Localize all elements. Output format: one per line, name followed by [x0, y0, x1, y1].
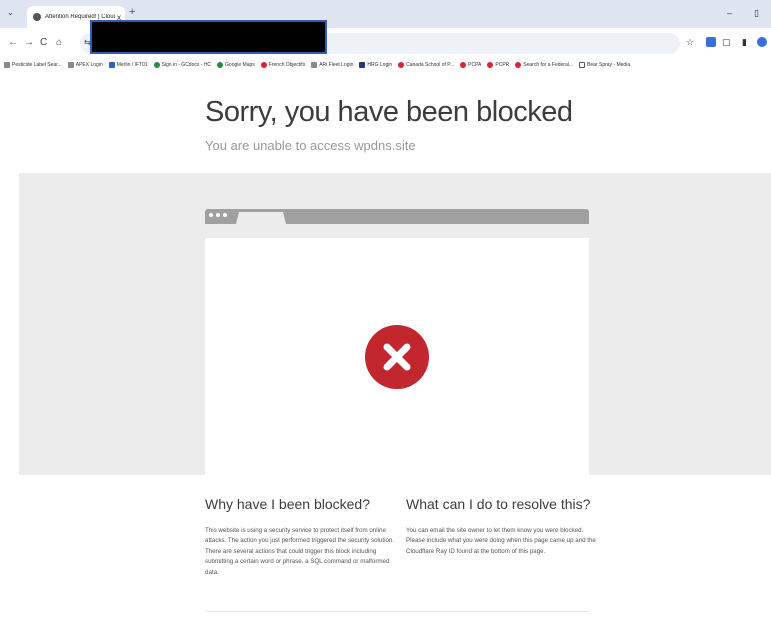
tab-favicon-icon	[33, 13, 41, 21]
extensions-icon[interactable]: ▢	[722, 37, 731, 48]
bookmark-item[interactable]: HRG Login	[359, 61, 393, 68]
bookmark-label: Pesticide Label Sear...	[12, 61, 62, 68]
extension-icon[interactable]	[706, 37, 716, 47]
window-controls: – ▯	[727, 8, 759, 19]
bookmark-label: ARi Fleet Login	[319, 61, 354, 68]
bookmark-item[interactable]: Pesticide Label Sear...	[4, 61, 62, 68]
page-icon	[67, 61, 74, 68]
hrg-icon	[359, 61, 366, 68]
bookmark-item[interactable]: Bear Spray - Media	[579, 61, 631, 68]
maple-leaf-icon	[515, 61, 522, 68]
bookmark-label: PCPA	[468, 61, 482, 68]
bookmark-star-icon[interactable]: ☆	[686, 37, 694, 48]
bookmark-item[interactable]: Merlin / IFT01	[108, 61, 148, 68]
bookmark-label: APEX Login	[75, 61, 103, 68]
bookmark-label: Canada School of P...	[406, 61, 455, 68]
maple-leaf-icon	[398, 61, 405, 68]
tab-search-icon[interactable]: ⌄	[7, 8, 14, 17]
home-icon[interactable]: ⌂	[56, 37, 62, 48]
bookmark-label: HRG Login	[367, 61, 393, 68]
page-title: Sorry, you have been blocked	[205, 96, 573, 128]
restore-icon[interactable]: ▯	[754, 8, 759, 19]
illustration-window-tab	[236, 212, 286, 224]
side-panel-icon[interactable]: ▮	[742, 37, 747, 48]
error-x-icon	[365, 325, 429, 389]
ari-icon	[311, 61, 318, 68]
gcdocs-icon	[153, 61, 160, 68]
maple-leaf-icon	[260, 61, 267, 68]
bookmark-item[interactable]: PCPR	[487, 61, 510, 68]
maps-pin-icon	[217, 61, 224, 68]
new-tab-button[interactable]: +	[129, 6, 135, 18]
bookmark-item[interactable]: ARi Fleet Login	[311, 61, 354, 68]
bookmark-item[interactable]: APEX Login	[67, 61, 103, 68]
globe-icon	[4, 61, 10, 68]
bookmark-item[interactable]: Sign in - GCdocs - HC	[153, 61, 212, 68]
bookmark-item[interactable]: Canada School of P...	[398, 61, 455, 68]
folder-icon	[579, 61, 586, 68]
why-blocked-heading: Why have I been blocked?	[205, 496, 370, 512]
back-icon[interactable]: ←	[8, 37, 18, 48]
page-subtitle: You are unable to access wpdns.site	[205, 138, 416, 153]
m-icon	[108, 61, 115, 68]
why-blocked-text: This website is using a security service…	[205, 527, 395, 576]
bookmark-label: PCPR	[495, 61, 510, 68]
bookmark-item[interactable]: Search for a Federal...	[515, 61, 574, 68]
minimize-icon[interactable]: –	[727, 8, 732, 19]
bookmark-label: Bear Spray - Media	[587, 61, 631, 68]
bookmark-label: Merlin / IFT01	[116, 61, 148, 68]
resolve-text: You can email the site owner to let them…	[406, 527, 596, 555]
bookmark-label: French Objectifs	[268, 61, 306, 68]
why-blocked-section: Why have I been blocked? This website is…	[205, 496, 395, 578]
illustration-window-dots	[209, 213, 227, 217]
bookmark-item[interactable]: Google Maps	[217, 61, 255, 68]
redacted-url	[90, 20, 327, 54]
forward-icon[interactable]: →	[24, 37, 34, 48]
bookmark-label: Sign in - GCdocs - HC	[161, 61, 212, 68]
resolve-section: What can I do to resolve this? You can e…	[406, 496, 596, 557]
reload-icon[interactable]: C	[40, 37, 47, 48]
profile-avatar-icon[interactable]	[757, 37, 767, 47]
footer-divider	[205, 611, 589, 612]
resolve-heading: What can I do to resolve this?	[406, 496, 591, 512]
bookmark-label: Search for a Federal...	[523, 61, 574, 68]
bookmarks-bar: Pesticide Label Sear... APEX Login Merlin …	[0, 58, 771, 71]
maple-leaf-icon	[460, 61, 467, 68]
maple-leaf-icon	[487, 61, 494, 68]
bookmark-item[interactable]: French Objectifs	[260, 61, 306, 68]
bookmark-item[interactable]: PCPA	[460, 61, 482, 68]
bookmark-label: Google Maps	[225, 61, 255, 68]
